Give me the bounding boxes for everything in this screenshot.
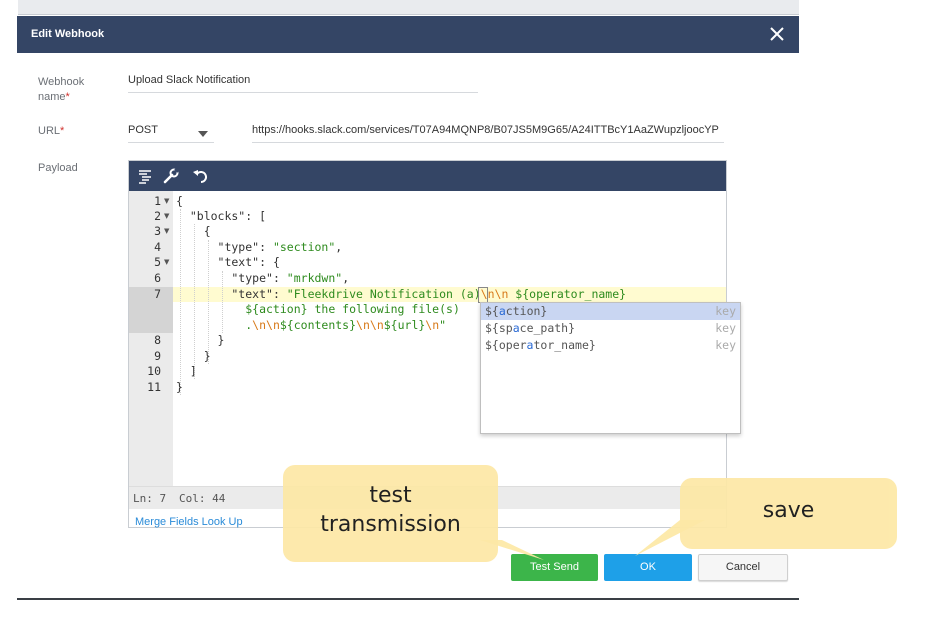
code-line: "type": "mrkdwn", <box>176 271 350 285</box>
fold-icon[interactable]: ▼ <box>164 227 169 235</box>
editor-gutter: 1 ▼ 2 ▼ 3 ▼ 4 5 ▼ 6 7 8 9 10 11 <box>129 191 173 486</box>
chevron-down-icon[interactable] <box>198 131 208 137</box>
save-callout: save <box>680 478 897 549</box>
autocomplete-item-action[interactable]: ${action} key <box>481 303 740 320</box>
line-number: 2 <box>154 209 161 223</box>
status-line: Ln: 7 <box>133 492 167 505</box>
callout-text: transmission <box>320 512 461 537</box>
method-select-value: POST <box>128 124 158 136</box>
text-cursor <box>478 287 488 303</box>
fold-icon[interactable]: ▼ <box>164 197 169 205</box>
url-label: URL* <box>38 125 65 137</box>
webhook-name-label: Webhook name* <box>38 76 85 103</box>
callout-text: save <box>762 498 815 523</box>
callout-text: test <box>369 483 412 508</box>
editor-toolbar <box>129 161 726 191</box>
code-line: } <box>176 349 211 363</box>
code-line: ${action} the following file(s) <box>176 302 460 316</box>
autocomplete-popup: ${action} key ${space_path} key ${operat… <box>480 302 741 434</box>
line-number: 4 <box>154 240 161 254</box>
code-line: "text": { <box>176 255 280 269</box>
fold-icon[interactable]: ▼ <box>164 212 169 220</box>
line-number: 7 <box>154 287 161 301</box>
wrench-icon[interactable] <box>162 167 180 185</box>
code-line: ] <box>176 364 197 378</box>
code-line: "text": "Fleekdrive Notification (a)\n\n… <box>176 287 627 301</box>
code-line: .\n\n${contents}\n\n${url}\n" <box>176 318 447 332</box>
fold-icon[interactable]: ▼ <box>164 258 169 266</box>
line-number: 3 <box>154 224 161 238</box>
payload-label: Payload <box>38 162 78 174</box>
line-number: 1 <box>154 194 161 208</box>
merge-fields-link[interactable]: Merge Fields Look Up <box>135 516 243 528</box>
line-number: 5 <box>154 255 161 269</box>
undo-icon[interactable] <box>192 167 210 185</box>
code-line: { <box>176 194 183 208</box>
code-line: { <box>176 224 211 238</box>
format-icon[interactable] <box>137 167 155 185</box>
test-transmission-callout: test transmission <box>283 465 498 562</box>
line-number: 9 <box>154 349 161 363</box>
code-line: } <box>176 333 225 347</box>
webhook-name-field[interactable]: Upload Slack Notification <box>128 74 478 93</box>
code-line: "type": "section", <box>176 240 343 254</box>
line-number: 10 <box>147 364 161 378</box>
close-icon[interactable] <box>767 23 787 45</box>
status-column: Col: 44 <box>179 492 226 505</box>
background-app-strip <box>18 0 799 15</box>
dialog-header: Edit Webhook <box>17 16 799 53</box>
line-number: 8 <box>154 333 161 347</box>
url-field[interactable]: https://hooks.slack.com/services/T07A94M… <box>252 124 724 143</box>
cancel-button[interactable]: Cancel <box>698 554 788 581</box>
code-line: } <box>176 380 183 394</box>
autocomplete-item-space-path[interactable]: ${space_path} key <box>481 320 740 337</box>
autocomplete-item-operator-name[interactable]: ${operator_name} key <box>481 337 740 354</box>
line-number: 6 <box>154 271 161 285</box>
dialog-title: Edit Webhook <box>31 28 105 40</box>
code-line: "blocks": [ <box>176 209 267 223</box>
line-number: 11 <box>147 380 161 394</box>
